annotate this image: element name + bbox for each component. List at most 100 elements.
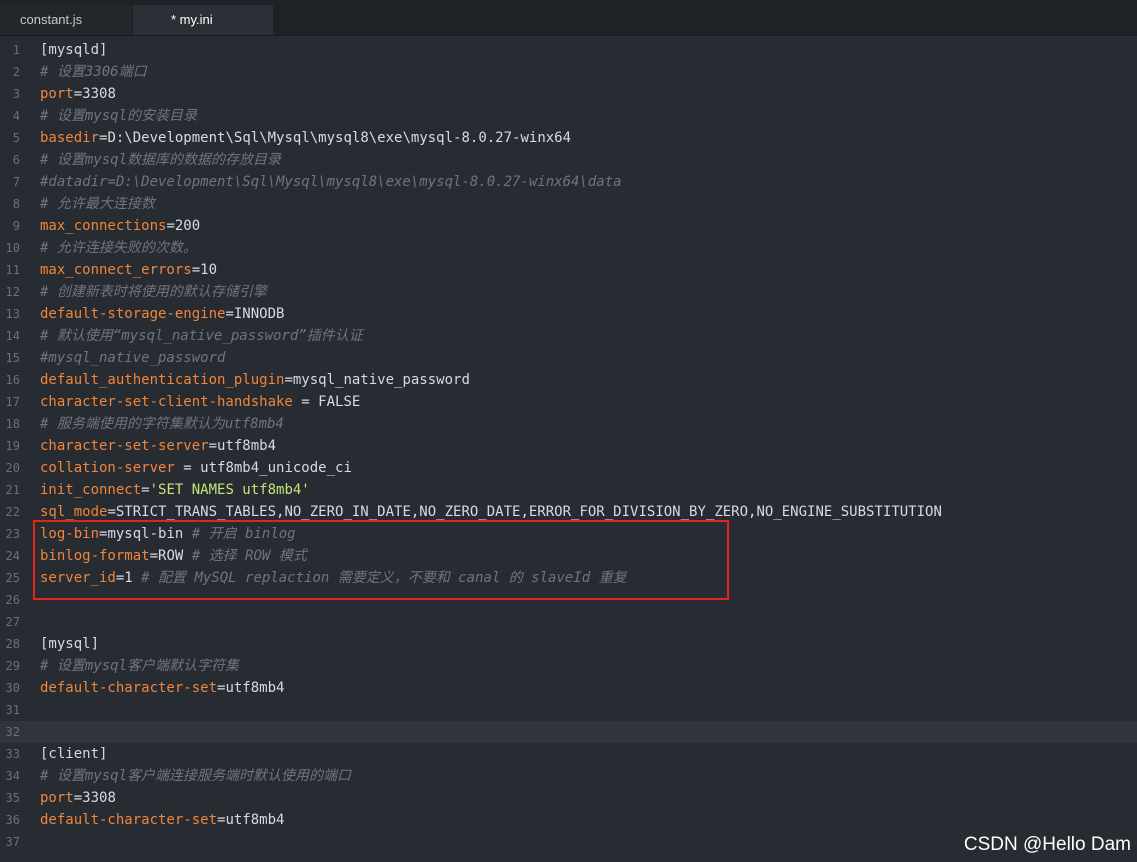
- line-number: 25: [5, 571, 20, 585]
- code-line[interactable]: 35 port=3308: [0, 787, 1137, 809]
- code-line[interactable]: 11 max_connect_errors=10: [0, 259, 1137, 281]
- tab-my-ini[interactable]: * my.ini: [133, 5, 273, 35]
- code-line[interactable]: 21 init_connect='SET NAMES utf8mb4': [0, 479, 1137, 501]
- token-val: STRICT_TRANS_TABLES,NO_ZERO_IN_DATE,NO_Z…: [115, 504, 942, 520]
- token-cmt: # 设置3306端口: [40, 64, 147, 80]
- code-line[interactable]: 14 # 默认使用“mysql_native_password”插件认证: [0, 325, 1137, 347]
- line-number: 32: [5, 725, 20, 739]
- line-number: 4: [12, 109, 20, 123]
- token-val: 10: [200, 262, 218, 278]
- token-key: default-storage-engine: [40, 306, 226, 322]
- token-key: log-bin: [40, 526, 100, 542]
- code-editor[interactable]: constant.js * my.ini 1 [mysqld] 2 # 设置3306端…: [0, 0, 1137, 862]
- token-val: utf8mb4: [217, 438, 277, 454]
- line-number: 24: [5, 549, 20, 563]
- token-op: =: [292, 394, 319, 410]
- token-op: =: [208, 438, 218, 454]
- line-number: 36: [5, 813, 20, 827]
- code-line[interactable]: 10 # 允许连接失败的次数。: [0, 237, 1137, 259]
- line-number: 22: [5, 505, 20, 519]
- token-key: server_id: [40, 570, 116, 586]
- code-line[interactable]: 9 max_connections=200: [0, 215, 1137, 237]
- line-text: # 设置mysql数据库的数据的存放目录: [40, 149, 281, 171]
- line-text: binlog-format=ROW # 选择 ROW 模式: [40, 545, 307, 567]
- token-val: mysql-bin: [107, 526, 192, 542]
- code-line[interactable]: 4 # 设置mysql的安装目录: [0, 105, 1137, 127]
- code-line[interactable]: 25 server_id=1 # 配置 MySQL replaction 需要定义…: [0, 567, 1137, 589]
- token-cmt: # 设置mysql数据库的数据的存放目录: [40, 152, 282, 168]
- code-line[interactable]: 15 #mysql_native_password: [0, 347, 1137, 369]
- token-key: default-character-set: [40, 680, 218, 696]
- token-key: max_connections: [40, 218, 167, 234]
- line-text: # 设置mysql客户端默认字符集: [40, 655, 239, 677]
- line-number: 9: [12, 219, 20, 233]
- line-text: # 创建新表时将使用的默认存储引擎: [40, 281, 267, 303]
- token-val: ROW: [158, 548, 192, 564]
- token-op: =: [149, 548, 159, 564]
- line-text: #datadir=D:\Development\Sql\Mysql\mysql8…: [40, 171, 622, 193]
- token-cmt: #mysql_native_password: [40, 350, 226, 366]
- tab-constant-js[interactable]: constant.js: [0, 5, 132, 35]
- code-line[interactable]: 20 collation-server = utf8mb4_unicode_ci: [0, 457, 1137, 479]
- line-text: port=3308: [40, 83, 116, 105]
- code-line[interactable]: 23 log-bin=mysql-bin # 开启 binlog: [0, 523, 1137, 545]
- code-line[interactable]: 17 character-set-client-handshake = FALSE: [0, 391, 1137, 413]
- line-number: 26: [5, 593, 20, 607]
- code-line[interactable]: 3 port=3308: [0, 83, 1137, 105]
- line-text: # 允许最大连接数: [40, 193, 155, 215]
- code-line[interactable]: 27: [0, 611, 1137, 633]
- token-op: =: [73, 790, 83, 806]
- line-number: 16: [5, 373, 20, 387]
- token-key: character-set-client-handshake: [40, 394, 293, 410]
- code-line[interactable]: 8 # 允许最大连接数: [0, 193, 1137, 215]
- code-line[interactable]: 1 [mysqld]: [0, 39, 1137, 61]
- code-line[interactable]: 28 [mysql]: [0, 633, 1137, 655]
- code-line[interactable]: 6 # 设置mysql数据库的数据的存放目录: [0, 149, 1137, 171]
- token-key: character-set-server: [40, 438, 209, 454]
- code-line[interactable]: 31: [0, 699, 1137, 721]
- code-line[interactable]: 33 [client]: [0, 743, 1137, 765]
- code-line[interactable]: 24 binlog-format=ROW # 选择 ROW 模式: [0, 545, 1137, 567]
- code-line[interactable]: 18 # 服务端使用的字符集默认为utf8mb4: [0, 413, 1137, 435]
- token-key: basedir: [40, 130, 100, 146]
- token-str: 'SET NAMES utf8mb4': [149, 482, 310, 498]
- code-line[interactable]: 5 basedir=D:\Development\Sql\Mysql\mysql8…: [0, 127, 1137, 149]
- line-text: default-character-set=utf8mb4: [40, 809, 284, 831]
- token-cmt: # 选择 ROW 模式: [191, 548, 307, 564]
- token-cmt: # 开启 binlog: [191, 526, 296, 542]
- code-line[interactable]: 16 default_authentication_plugin=mysql_na…: [0, 369, 1137, 391]
- token-op: =: [225, 306, 234, 322]
- token-val: 3308: [82, 790, 116, 806]
- code-line[interactable]: 32: [0, 721, 1137, 743]
- code-line[interactable]: 19 character-set-server=utf8mb4: [0, 435, 1137, 457]
- token-val: mysql_native_password: [292, 372, 470, 388]
- code-line[interactable]: 29 # 设置mysql客户端默认字符集: [0, 655, 1137, 677]
- code-line[interactable]: 36 default-character-set=utf8mb4: [0, 809, 1137, 831]
- code-line[interactable]: 13 default-storage-engine=INNODB: [0, 303, 1137, 325]
- code-line[interactable]: 30 default-character-set=utf8mb4: [0, 677, 1137, 699]
- token-cmt: #datadir=D:\Development\Sql\Mysql\mysql8…: [40, 174, 622, 190]
- line-number: 34: [5, 769, 20, 783]
- line-number: 7: [12, 175, 20, 189]
- code-line[interactable]: 34 # 设置mysql客户端连接服务端时默认使用的端口: [0, 765, 1137, 787]
- code-line[interactable]: 7 #datadir=D:\Development\Sql\Mysql\mysql…: [0, 171, 1137, 193]
- token-key: default_authentication_plugin: [40, 372, 285, 388]
- token-val: 200: [174, 218, 201, 234]
- line-text: character-set-client-handshake = FALSE: [40, 391, 360, 413]
- code-line[interactable]: 12 # 创建新表时将使用的默认存储引擎: [0, 281, 1137, 303]
- token-op: =: [73, 86, 83, 102]
- line-number: 2: [12, 65, 20, 79]
- line-text: [client]: [40, 743, 107, 765]
- code-line[interactable]: 22 sql_mode=STRICT_TRANS_TABLES,NO_ZERO_I…: [0, 501, 1137, 523]
- line-text: # 设置3306端口: [40, 61, 147, 83]
- token-val: utf8mb4: [225, 680, 285, 696]
- token-cmt: # 设置mysql的安装目录: [40, 108, 198, 124]
- line-text: port=3308: [40, 787, 116, 809]
- code-area[interactable]: 1 [mysqld] 2 # 设置3306端口 3 port=3308 4 # 设置mysql…: [0, 39, 1137, 853]
- token-key: collation-server: [40, 460, 175, 476]
- line-number: 13: [5, 307, 20, 321]
- token-key: default-character-set: [40, 812, 218, 828]
- code-line[interactable]: 2 # 设置3306端口: [0, 61, 1137, 83]
- line-text: collation-server = utf8mb4_unicode_ci: [40, 457, 352, 479]
- code-line[interactable]: 26: [0, 589, 1137, 611]
